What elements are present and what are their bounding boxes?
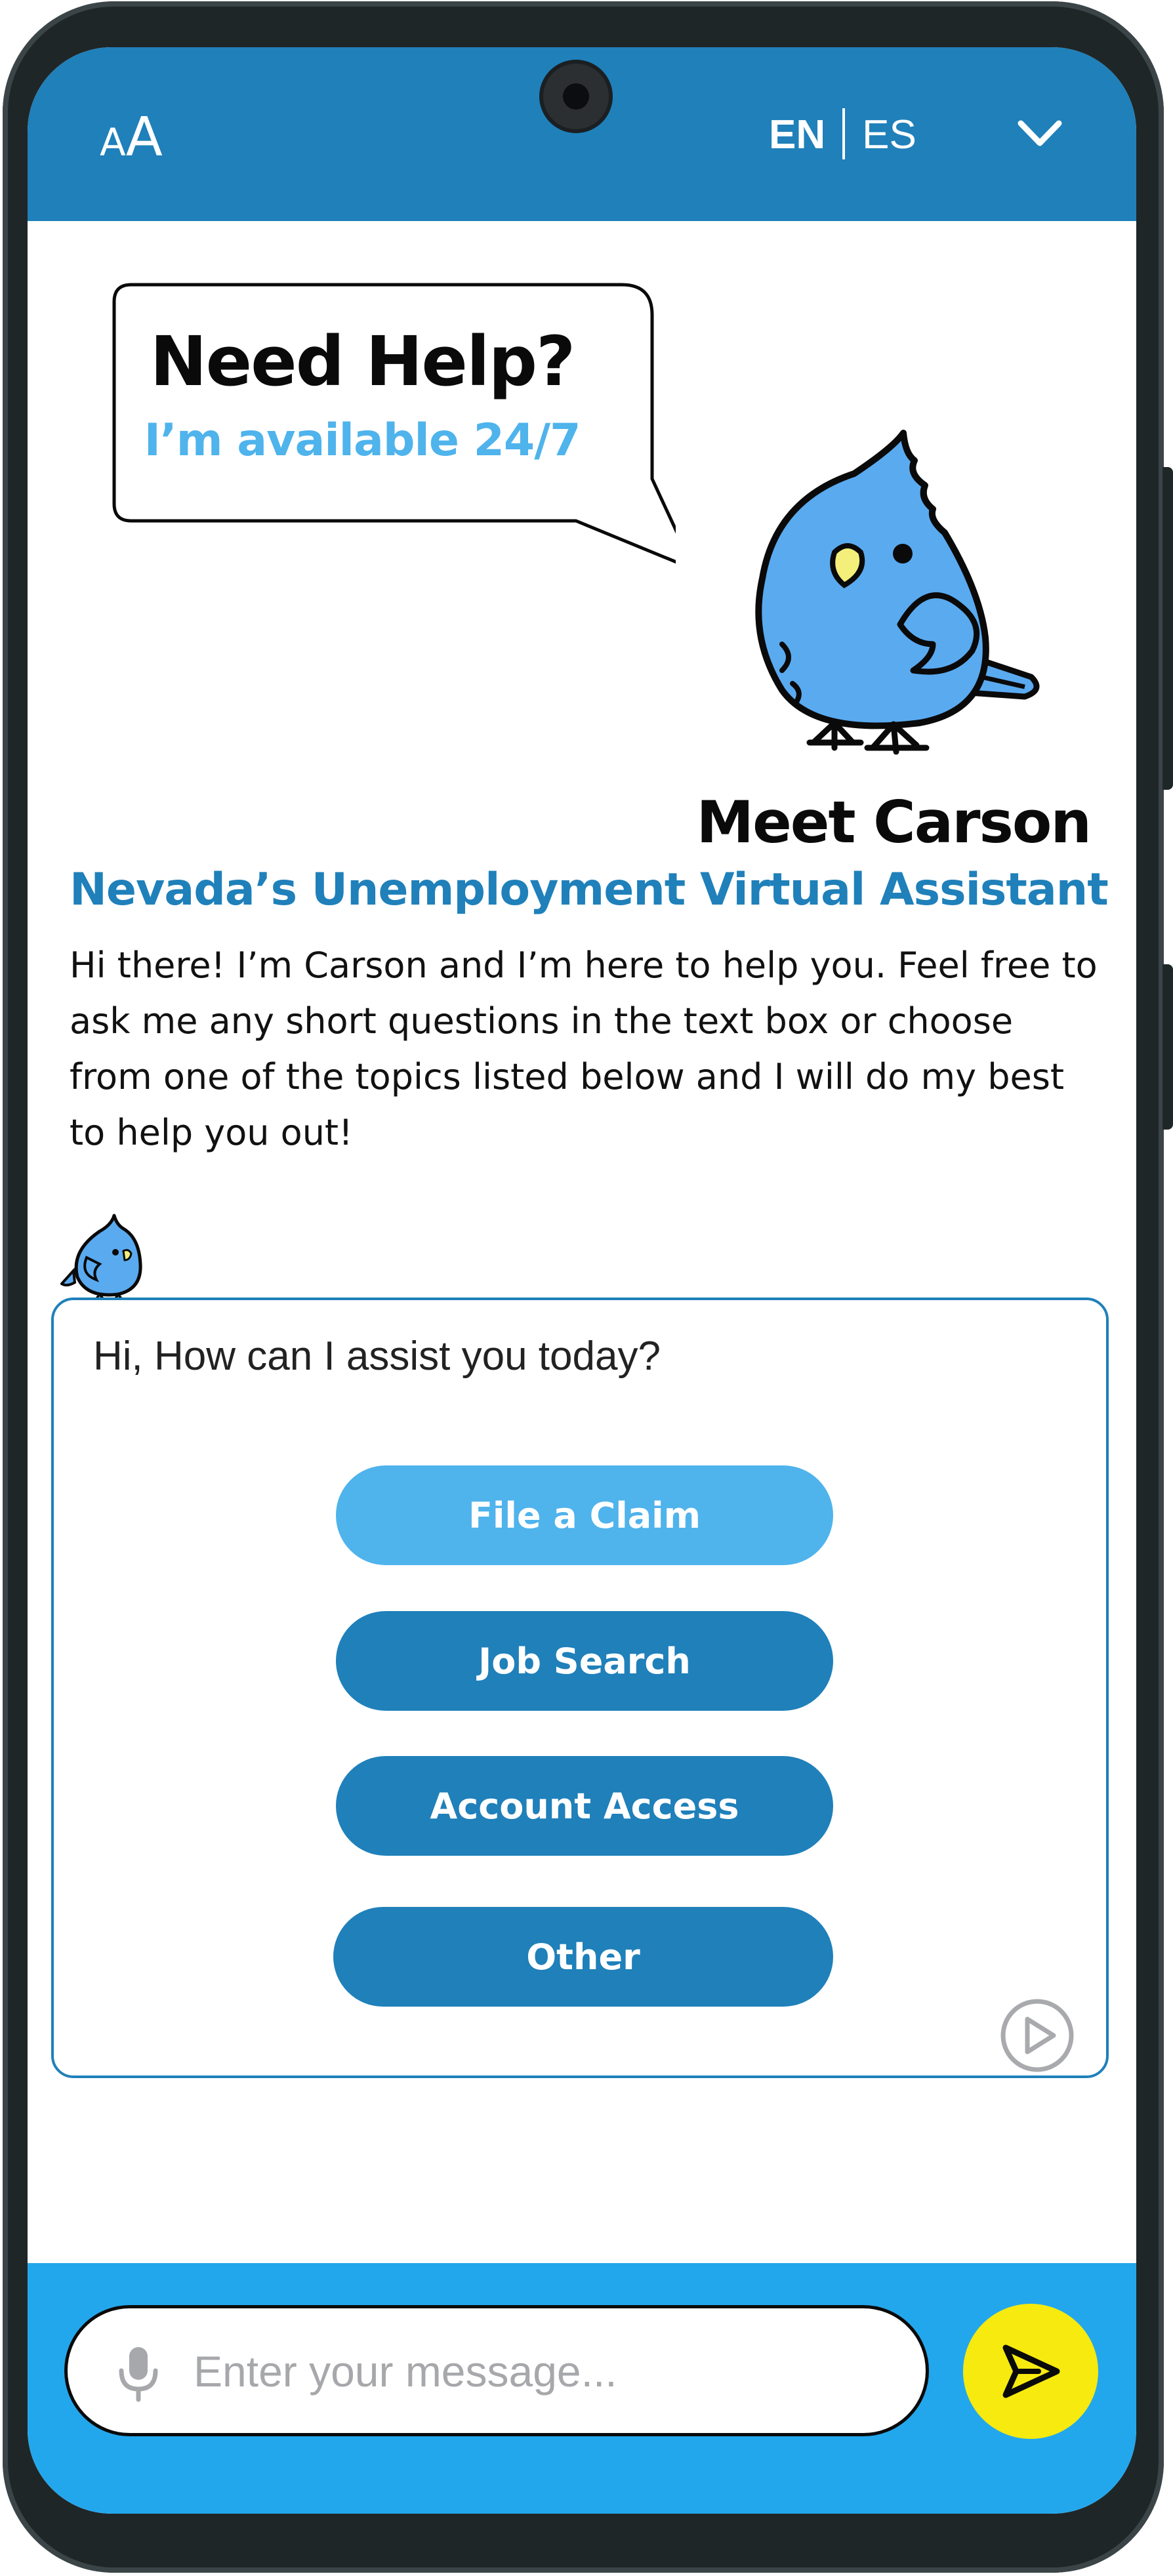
lang-divider — [842, 108, 846, 159]
play-icon[interactable] — [998, 1997, 1076, 2074]
language-switcher: EN ES — [769, 108, 916, 163]
option-other-button[interactable]: Other — [333, 1907, 833, 2007]
microphone-icon[interactable] — [112, 2344, 165, 2403]
power-button — [1163, 964, 1173, 1130]
chevron-down-icon[interactable] — [1017, 112, 1063, 157]
meet-title: Meet Carson — [696, 788, 1092, 856]
top-bar: AA EN ES — [28, 47, 1136, 221]
message-composer-bar — [28, 2263, 1136, 2514]
bubble-title: Need Help? — [150, 321, 576, 401]
font-size-large-label: A — [125, 106, 163, 169]
volume-button — [1163, 467, 1173, 790]
font-size-small-label: A — [100, 120, 126, 165]
bot-greeting: Hi, How can I assist you today? — [93, 1334, 661, 1379]
send-icon — [1002, 2344, 1060, 2398]
assistant-subtitle: Nevada’s Unemployment Virtual Assistant — [70, 864, 1109, 916]
message-input[interactable] — [192, 2335, 903, 2408]
message-input-container — [64, 2305, 929, 2436]
chat-message-card: Hi, How can I assist you today? File a C… — [51, 1298, 1109, 2078]
option-file-a-claim-button[interactable]: File a Claim — [336, 1465, 833, 1565]
front-camera — [543, 64, 609, 129]
intro-text: Hi there! I’m Carson and I’m here to hel… — [70, 945, 1098, 1153]
bubble-subtitle: I’m available 24/7 — [144, 415, 581, 466]
lang-es-option[interactable]: ES — [862, 112, 916, 157]
option-job-search-button[interactable]: Job Search — [336, 1611, 833, 1711]
bird-avatar-icon — [60, 1214, 142, 1305]
bird-mascot-icon — [755, 430, 1040, 755]
lang-en-option[interactable]: EN — [769, 112, 825, 157]
font-size-toggle[interactable]: AA — [100, 106, 163, 169]
phone-frame: AA EN ES Need Help? I’m available 24/7 M… — [0, 0, 1173, 2576]
option-account-access-button[interactable]: Account Access — [336, 1756, 833, 1856]
app-screen: AA EN ES Need Help? I’m available 24/7 M… — [28, 47, 1136, 2514]
send-button[interactable] — [963, 2304, 1098, 2439]
